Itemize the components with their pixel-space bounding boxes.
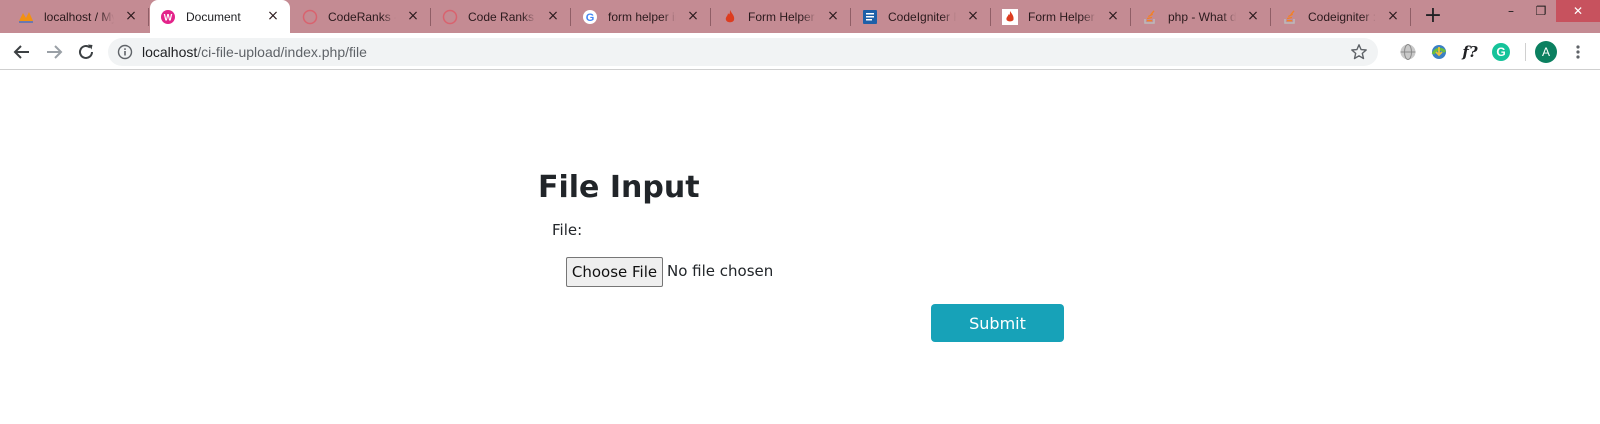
back-button[interactable] [10,40,34,64]
tab-title: form helper in [608,9,676,24]
more-menu-icon[interactable] [1568,42,1588,62]
tab-close-icon[interactable]: × [266,9,280,23]
tab-divider [148,8,149,26]
formula-extension-icon[interactable]: f? [1460,42,1480,62]
forward-button[interactable] [42,40,66,64]
tab-close-icon[interactable]: × [966,9,980,23]
submit-button[interactable]: Submit [931,304,1064,342]
google-icon: G [582,9,598,25]
tab-title: php - What do [1168,9,1236,24]
tab-close-icon[interactable]: × [546,9,560,23]
tab-codeigniter-fo[interactable]: CodeIgniter Fo × [852,0,991,33]
tab-codeigniter-c[interactable]: Codeigniter : C × [1272,0,1411,33]
tab-divider [1130,8,1131,26]
grammarly-extension-icon[interactable]: G [1491,42,1511,62]
new-tab-button[interactable]: + [1421,5,1445,29]
globe-extension-icon[interactable] [1398,42,1418,62]
flame-icon [1002,8,1018,25]
download-manager-extension-icon[interactable] [1429,42,1449,62]
tab-close-icon[interactable]: × [826,9,840,23]
tab-divider [710,8,711,26]
reload-button[interactable] [74,40,98,64]
tab-coderanks-n[interactable]: Code Ranks | N × [432,0,571,33]
tab-divider [430,8,431,26]
tab-divider [570,8,571,26]
url-text[interactable]: localhost/ci-file-upload/index.php/file [142,44,367,60]
page-icon: W [160,9,176,25]
forward-arrow-icon [47,45,63,59]
choose-file-button[interactable]: Choose File [566,257,663,287]
no-file-status: No file chosen [667,262,774,280]
tab-title: Form Helper : [748,9,816,24]
flame-icon [722,9,738,25]
tab-close-icon[interactable]: × [124,9,138,23]
coderanks-icon [442,9,458,25]
bookmark-star-icon[interactable] [1350,43,1368,61]
tab-divider [990,8,991,26]
svg-text:W: W [164,12,173,22]
tab-coderanks-a[interactable]: CodeRanks - A × [292,0,431,33]
tab-title: localhost / My [44,9,114,24]
coderanks-icon [302,9,318,25]
restore-button[interactable]: ❐ [1526,0,1556,22]
tab-php-what-do[interactable]: php - What do × [1132,0,1271,33]
tab-title: Codeigniter : C [1308,9,1376,24]
url-path: /ci-file-upload/index.php/file [197,44,367,60]
tab-title: CodeIgniter Fo [888,9,956,24]
tab-divider [850,8,851,26]
profile-avatar[interactable]: A [1535,41,1557,63]
tab-divider [1410,8,1411,26]
tab-title: Form Helper — [1028,9,1096,24]
tab-document[interactable]: W Document × [150,0,290,33]
file-label: File: [552,221,583,239]
tab-title: Code Ranks | N [468,9,536,24]
back-arrow-icon [13,45,29,59]
info-icon[interactable] [117,44,133,60]
svg-text:G: G [586,12,595,24]
phpmyadmin-icon [18,9,34,25]
browser-toolbar: localhost/ci-file-upload/index.php/file … [0,33,1600,70]
window-close-button[interactable]: ✕ [1556,0,1600,22]
tab-close-icon[interactable]: × [406,9,420,23]
tab-close-icon[interactable]: × [1106,9,1120,23]
tab-form-helper-dash[interactable]: Form Helper — × [992,0,1131,33]
tab-close-icon[interactable]: × [1386,9,1400,23]
tab-strip: localhost / My × W Document × CodeRanks … [0,0,1600,33]
tab-title: CodeRanks - A [328,9,396,24]
tab-close-icon[interactable]: × [1246,9,1260,23]
tab-title: Document [186,9,241,24]
url-host: localhost [142,44,198,60]
doc-icon [862,9,878,25]
page-title: File Input [538,170,700,205]
stackoverflow-icon [1142,9,1158,25]
reload-icon [79,44,93,59]
tab-form-helper-ci[interactable]: Form Helper : × [712,0,851,33]
stackoverflow-icon [1282,9,1298,25]
tab-form-helper-google[interactable]: G form helper in × [572,0,711,33]
tab-divider [1270,8,1271,26]
tab-localhost[interactable]: localhost / My × [8,0,149,33]
address-bar[interactable]: localhost/ci-file-upload/index.php/file [108,38,1378,66]
toolbar-divider [1525,43,1526,61]
tab-close-icon[interactable]: × [686,9,700,23]
minimize-button[interactable]: – [1496,0,1526,22]
